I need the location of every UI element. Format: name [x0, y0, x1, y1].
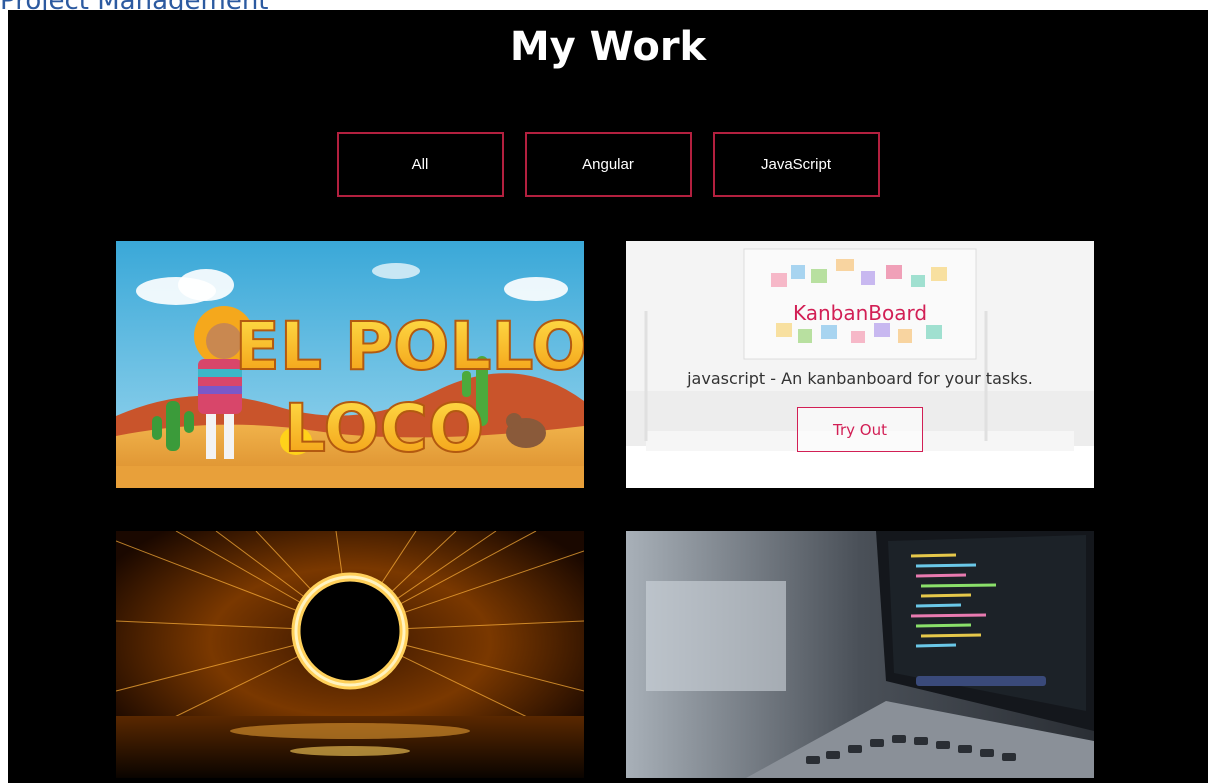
- fire-ring-image: [116, 531, 584, 778]
- partial-heading-strip: Project Management: [0, 0, 1215, 10]
- filter-bar: All Angular JavaScript: [8, 132, 1208, 197]
- filter-all-button[interactable]: All: [336, 132, 504, 197]
- project-card-el-pollo-loco[interactable]: EL POLLO LOCO: [116, 241, 584, 488]
- el-pollo-loco-title-line1: EL POLLO: [235, 308, 584, 385]
- project-name: KanbanBoard: [792, 301, 928, 325]
- kanban-overlay: KanbanBoard javascript - An kanbanboard …: [626, 241, 1094, 488]
- el-pollo-loco-title-line2: LOCO: [284, 390, 484, 467]
- filter-javascript-button[interactable]: JavaScript: [712, 132, 880, 197]
- el-pollo-loco-image: EL POLLO LOCO: [116, 241, 584, 488]
- laptop-code-image: [626, 531, 1094, 778]
- project-card-fire-ring[interactable]: [116, 531, 584, 778]
- section-title: My Work: [509, 24, 707, 70]
- filter-angular-button[interactable]: Angular: [524, 132, 692, 197]
- project-card-kanbanboard[interactable]: KanbanBoard javascript - An kanbanboard …: [626, 241, 1094, 488]
- project-description: javascript - An kanbanboard for your tas…: [687, 369, 1033, 388]
- partial-heading: Project Management: [0, 0, 269, 10]
- try-out-button[interactable]: Try Out: [797, 407, 923, 452]
- portfolio-section: My Work All Angular JavaScript EL POLLO …: [8, 10, 1208, 783]
- project-card-laptop-code[interactable]: [626, 531, 1094, 778]
